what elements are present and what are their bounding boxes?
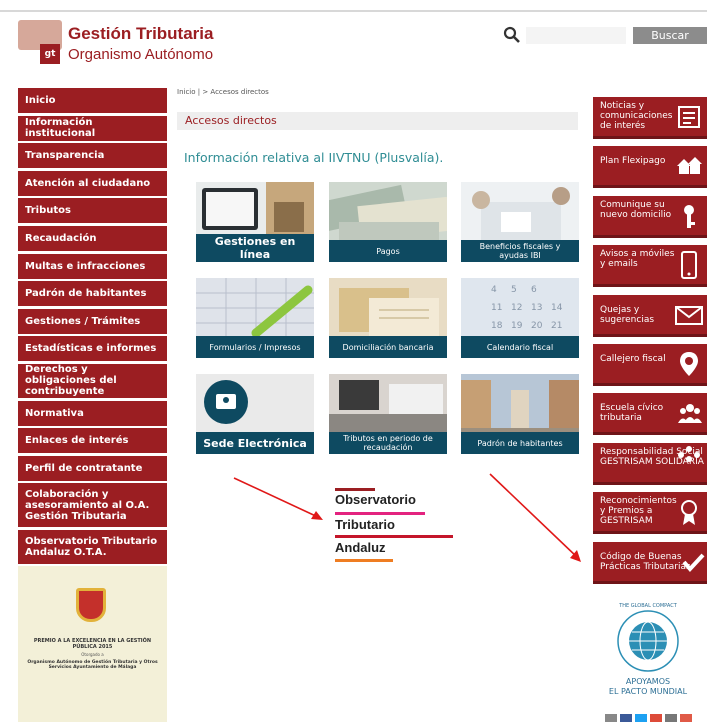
google-plus-icon[interactable] — [650, 714, 662, 722]
svg-text:21: 21 — [551, 321, 562, 331]
global-compact-line1: APOYAMOS — [625, 677, 671, 686]
sidebar-item-transparencia[interactable]: Transparencia — [18, 143, 167, 169]
sidebar-item-atencion-ciudadano[interactable]: Atención al ciudadano — [18, 170, 167, 196]
tile-label: Domiciliación bancaria — [329, 336, 447, 358]
svg-text:11: 11 — [491, 303, 502, 313]
observatorio-tributario-logo[interactable]: Observatorio Tributario Andaluz — [333, 486, 453, 566]
plus-icon[interactable] — [680, 714, 692, 722]
sidebar-item-tributos[interactable]: Tributos — [18, 198, 167, 224]
tile-domiciliacion[interactable]: Domiciliación bancaria — [329, 278, 447, 358]
sidebar-item-colaboracion[interactable]: Colaboración y asesoramiento al O.A. Ges… — [18, 483, 167, 528]
quick-link-flexipago[interactable]: Plan Flexipago — [593, 146, 707, 189]
tile-label: Beneficios fiscales y ayudas IBI — [461, 240, 579, 262]
quick-link-responsabilidad-social[interactable]: Responsabilidad Social GESTRISAM SOLIDAR… — [593, 442, 707, 485]
svg-text:13: 13 — [531, 303, 542, 313]
people-icon — [678, 404, 702, 424]
envelope-icon — [675, 305, 703, 325]
award-certificate: PREMIO A LA EXCELENCIA EN LA GESTIÓN PÚB… — [18, 566, 167, 722]
award-recipient: Organismo Autónomo de Gestión Tributaria… — [27, 660, 158, 670]
tile-label: Sede Electrónica — [196, 432, 314, 454]
tile-label: Calendario fiscal — [461, 336, 579, 358]
tile-pagos[interactable]: Pagos — [329, 182, 447, 262]
share-icon[interactable] — [605, 714, 617, 722]
globe-icon — [617, 610, 679, 672]
search-icon[interactable] — [503, 26, 521, 44]
sidebar-item-estadisticas[interactable]: Estadísticas e informes — [18, 336, 167, 362]
sidebar-item-normativa[interactable]: Normativa — [18, 400, 167, 426]
top-divider — [0, 10, 707, 12]
group-icon — [678, 445, 700, 462]
logo-subtitle: Organismo Autónomo — [68, 46, 214, 63]
tile-formularios[interactable]: Formularios / Impresos — [196, 278, 314, 358]
map-pin-icon — [680, 351, 698, 376]
quick-link-avisos[interactable]: Avisos a móviles y emails — [593, 245, 707, 288]
sidebar-item-inicio[interactable]: Inicio — [18, 88, 167, 113]
search-button[interactable]: Buscar — [633, 27, 707, 44]
red-arrow-right — [489, 473, 581, 562]
tile-padron-habitantes[interactable]: Padrón de habitantes — [461, 374, 579, 454]
global-compact-logo[interactable]: THE GLOBAL COMPACT APOYAMOS EL PACTO MUN… — [600, 603, 696, 705]
sidebar-item-padron[interactable]: Padrón de habitantes — [18, 281, 167, 307]
sidebar-item-recaudacion[interactable]: Recaudación — [18, 225, 167, 251]
sidebar-item-enlaces[interactable]: Enlaces de interés — [18, 428, 167, 454]
logo-mark-icon: gt — [18, 20, 62, 66]
red-arrow-left — [233, 477, 323, 520]
award-granted: Otorgado a — [81, 652, 104, 657]
tile-label: Formularios / Impresos — [196, 336, 314, 358]
social-links — [605, 714, 692, 722]
tile-sede-electronica[interactable]: Sede Electrónica — [196, 374, 314, 454]
quick-links-column: Noticias y comunicaciones de interés Pla… — [593, 97, 707, 591]
houses-icon — [677, 157, 702, 175]
quick-link-escuela[interactable]: Escuela cívico tributaria — [593, 393, 707, 436]
global-compact-line2: EL PACTO MUNDIAL — [608, 687, 688, 696]
quick-link-domicilio[interactable]: Comunique su nuevo domicilio — [593, 195, 707, 238]
sidebar-item-perfil-contratante[interactable]: Perfil de contratante — [18, 455, 167, 481]
global-compact-title: THE GLOBAL COMPACT — [619, 603, 677, 609]
quick-link-reconocimientos[interactable]: Reconocimientos y Premios a GESTRISAM — [593, 492, 707, 535]
breadcrumb[interactable]: Inicio | > Accesos directos — [177, 88, 269, 96]
tile-tributos-periodo[interactable]: Tributos en periodo de recaudación — [329, 374, 447, 454]
site-logo[interactable]: gt Gestión Tributaria Organismo Autónomo — [18, 20, 248, 70]
medal-icon — [681, 500, 697, 526]
quick-link-callejero[interactable]: Callejero fiscal — [593, 343, 707, 386]
section-title: Accesos directos — [185, 114, 277, 127]
check-icon — [682, 553, 705, 572]
sidebar-item-observatorio[interactable]: Observatorio Tributario Andaluz O.T.A. — [18, 529, 167, 564]
key-icon — [684, 204, 695, 228]
tile-label: Padrón de habitantes — [461, 432, 579, 454]
section-header: Accesos directos — [177, 112, 578, 130]
svg-text:20: 20 — [531, 321, 543, 331]
tile-beneficios-fiscales[interactable]: Beneficios fiscales y ayudas IBI — [461, 182, 579, 262]
plusvalia-info-link[interactable]: Información relativa al IIVTNU (Plusvalí… — [184, 150, 443, 165]
facebook-icon[interactable] — [620, 714, 632, 722]
svg-text:12: 12 — [511, 303, 522, 313]
logo-title: Gestión Tributaria — [68, 24, 214, 43]
email-icon[interactable] — [665, 714, 677, 722]
mobile-icon — [681, 251, 697, 280]
tile-gestiones-en-linea[interactable]: Gestiones en línea — [196, 182, 314, 262]
svg-text:18: 18 — [491, 321, 503, 331]
quick-link-quejas[interactable]: Quejas y sugerencias — [593, 294, 707, 337]
award-title: PREMIO A LA EXCELENCIA EN LA GESTIÓN PÚB… — [33, 638, 152, 650]
quick-link-noticias[interactable]: Noticias y comunicaciones de interés — [593, 97, 707, 139]
newspaper-icon — [678, 106, 700, 128]
sidebar-item-derechos[interactable]: Derechos y obligaciones del contribuyent… — [18, 363, 167, 398]
svg-text:6: 6 — [531, 285, 537, 295]
svg-text:5: 5 — [511, 285, 517, 295]
sidebar-nav: Inicio Información institucional Transpa… — [18, 88, 167, 567]
svg-text:19: 19 — [511, 321, 523, 331]
sidebar-item-gestiones[interactable]: Gestiones / Trámites — [18, 308, 167, 334]
quick-link-codigo-buenas-practicas[interactable]: Código de Buenas Prácticas Tributarias — [593, 541, 707, 584]
search-input[interactable] — [526, 27, 626, 44]
coat-of-arms-icon — [76, 588, 106, 622]
tile-label: Tributos en periodo de recaudación — [329, 432, 447, 454]
sidebar-item-informacion-institucional[interactable]: Información institucional — [18, 115, 167, 141]
svg-text:14: 14 — [551, 303, 563, 313]
tile-label: Pagos — [329, 240, 447, 262]
tile-calendario-fiscal[interactable]: 4 5 6 11 12 13 14 18 19 20 21 Calendario fiscal — [461, 278, 579, 358]
sidebar-item-multas[interactable]: Multas e infracciones — [18, 253, 167, 279]
svg-text:4: 4 — [491, 285, 497, 295]
twitter-icon[interactable] — [635, 714, 647, 722]
tile-label: Gestiones en línea — [196, 234, 314, 262]
